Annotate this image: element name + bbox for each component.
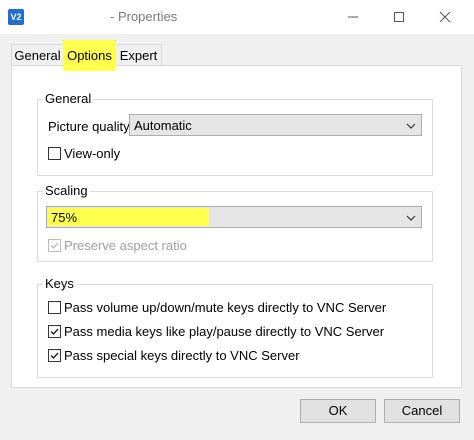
pass-media-keys-checkbox[interactable] (48, 325, 61, 338)
picture-quality-value: Automatic (134, 118, 192, 133)
pass-special-keys-label: Pass special keys directly to VNC Server (64, 348, 300, 363)
cancel-button[interactable]: Cancel (384, 399, 460, 423)
keys-group-legend: Keys (43, 276, 76, 291)
pass-media-keys-label: Pass media keys like play/pause directly… (64, 324, 385, 339)
tab-general[interactable]: General (11, 44, 64, 66)
checkmark-icon (50, 328, 59, 336)
checkmark-icon (50, 242, 59, 250)
maximize-button[interactable] (376, 0, 422, 34)
close-icon (439, 11, 451, 23)
picture-quality-label: Picture quality: (48, 119, 134, 134)
pass-volume-keys-label: Pass volume up/down/mute keys directly t… (64, 300, 387, 315)
preserve-aspect-checkbox[interactable] (48, 239, 61, 252)
pass-special-keys-checkbox[interactable] (48, 349, 61, 362)
title-bar: V2 - Properties (0, 0, 474, 34)
tab-expert[interactable]: Expert (115, 44, 162, 66)
preserve-aspect-label: Preserve aspect ratio (64, 238, 187, 253)
tab-options-label[interactable]: Options (63, 40, 116, 71)
chevron-down-icon (406, 123, 416, 129)
view-only-checkbox[interactable] (48, 147, 61, 160)
checkmark-icon (50, 352, 59, 360)
scaling-value: 75% (51, 210, 78, 225)
maximize-icon (394, 12, 404, 22)
window-title: - Properties (110, 9, 178, 24)
scaling-select[interactable]: 75% (46, 206, 422, 228)
ok-button[interactable]: OK (300, 399, 376, 423)
close-button[interactable] (422, 0, 468, 34)
minimize-icon (348, 16, 358, 18)
general-group: General (37, 91, 433, 176)
view-only-label: View-only (64, 146, 121, 161)
vnc-app-icon: V2 (8, 9, 24, 25)
chevron-down-icon (406, 215, 416, 221)
scaling-group-legend: Scaling (43, 183, 90, 198)
pass-volume-keys-checkbox[interactable] (48, 301, 61, 314)
minimize-button[interactable] (330, 0, 376, 34)
picture-quality-select[interactable]: Automatic (129, 114, 422, 136)
general-group-legend: General (43, 91, 94, 106)
